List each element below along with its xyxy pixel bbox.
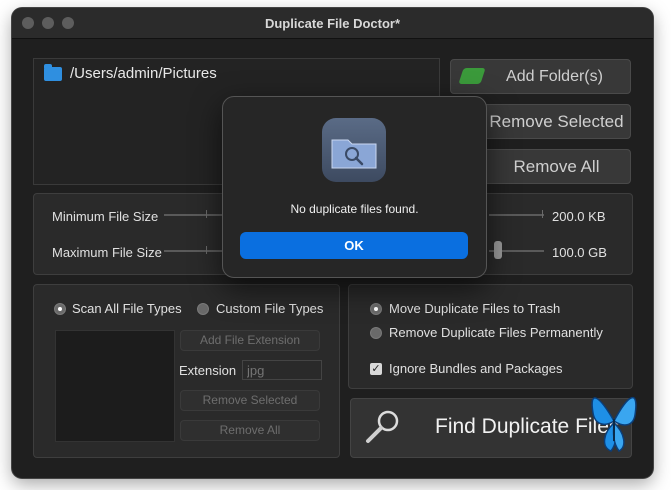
add-folders-button[interactable]: Add Folder(s) bbox=[450, 59, 631, 94]
alert-dialog: No duplicate files found. OK bbox=[222, 96, 487, 278]
max-size-value: 100.0 GB bbox=[552, 245, 607, 260]
min-size-tick-end bbox=[542, 210, 543, 218]
add-folders-label: Add Folder(s) bbox=[506, 68, 603, 85]
ignore-bundles-label: Ignore Bundles and Packages bbox=[389, 361, 563, 376]
dialog-message: No duplicate files found. bbox=[290, 202, 419, 216]
file-types-panel: Scan All File Types Custom File Types Ad… bbox=[33, 284, 340, 458]
folder-list-item[interactable]: /Users/admin/Pictures bbox=[44, 63, 217, 82]
max-size-tick bbox=[206, 246, 207, 254]
move-trash-radio[interactable] bbox=[370, 303, 382, 315]
add-extension-button[interactable]: Add File Extension bbox=[180, 330, 320, 351]
extension-list[interactable] bbox=[55, 330, 175, 442]
remove-all-extensions-label: Remove All bbox=[219, 423, 281, 437]
scan-all-radio[interactable] bbox=[54, 303, 66, 315]
remove-selected-folder-label: Remove Selected bbox=[489, 112, 624, 131]
min-size-tick bbox=[206, 210, 207, 218]
title-bar: Duplicate File Doctor* bbox=[12, 8, 653, 39]
ok-button[interactable]: OK bbox=[240, 232, 468, 259]
add-extension-label: Add File Extension bbox=[199, 333, 301, 347]
custom-types-label: Custom File Types bbox=[216, 301, 324, 316]
add-folder-icon bbox=[458, 68, 486, 84]
find-duplicates-button[interactable]: Find Duplicate Files bbox=[350, 396, 637, 458]
min-size-label: Minimum File Size bbox=[52, 209, 159, 224]
max-size-slider[interactable] bbox=[164, 250, 224, 252]
move-trash-label: Move Duplicate Files to Trash bbox=[389, 301, 561, 316]
remove-selected-extension-label: Remove Selected bbox=[202, 393, 298, 407]
min-size-value: 200.0 KB bbox=[552, 209, 606, 224]
max-size-label: Maximum File Size bbox=[52, 245, 162, 260]
min-size-slider[interactable] bbox=[164, 214, 224, 216]
max-size-knob[interactable] bbox=[494, 241, 502, 259]
remove-permanently-radio[interactable] bbox=[370, 327, 382, 339]
remove-all-extensions-button[interactable]: Remove All bbox=[180, 420, 320, 441]
remove-selected-folder-button[interactable]: Remove Selected bbox=[482, 104, 631, 139]
folder-path: /Users/admin/Pictures bbox=[70, 65, 217, 82]
extension-label: Extension bbox=[179, 363, 237, 378]
min-size-slider-right[interactable] bbox=[489, 214, 544, 216]
scan-all-label: Scan All File Types bbox=[72, 301, 182, 316]
ignore-bundles-checkbox[interactable]: ✓ bbox=[370, 363, 382, 375]
butterfly-icon bbox=[591, 396, 637, 452]
extension-input[interactable] bbox=[242, 360, 322, 380]
custom-types-radio[interactable] bbox=[197, 303, 209, 315]
folder-search-icon bbox=[322, 118, 386, 182]
remove-all-folders-button[interactable]: Remove All bbox=[482, 149, 631, 184]
options-panel: Move Duplicate Files to Trash Remove Dup… bbox=[348, 284, 633, 389]
folder-icon bbox=[44, 63, 62, 81]
remove-all-folders-label: Remove All bbox=[513, 157, 600, 176]
remove-permanently-label: Remove Duplicate Files Permanently bbox=[389, 325, 603, 340]
window-title: Duplicate File Doctor* bbox=[264, 16, 401, 31]
remove-selected-extension-button[interactable]: Remove Selected bbox=[180, 390, 320, 411]
magnifier-icon bbox=[366, 410, 399, 443]
